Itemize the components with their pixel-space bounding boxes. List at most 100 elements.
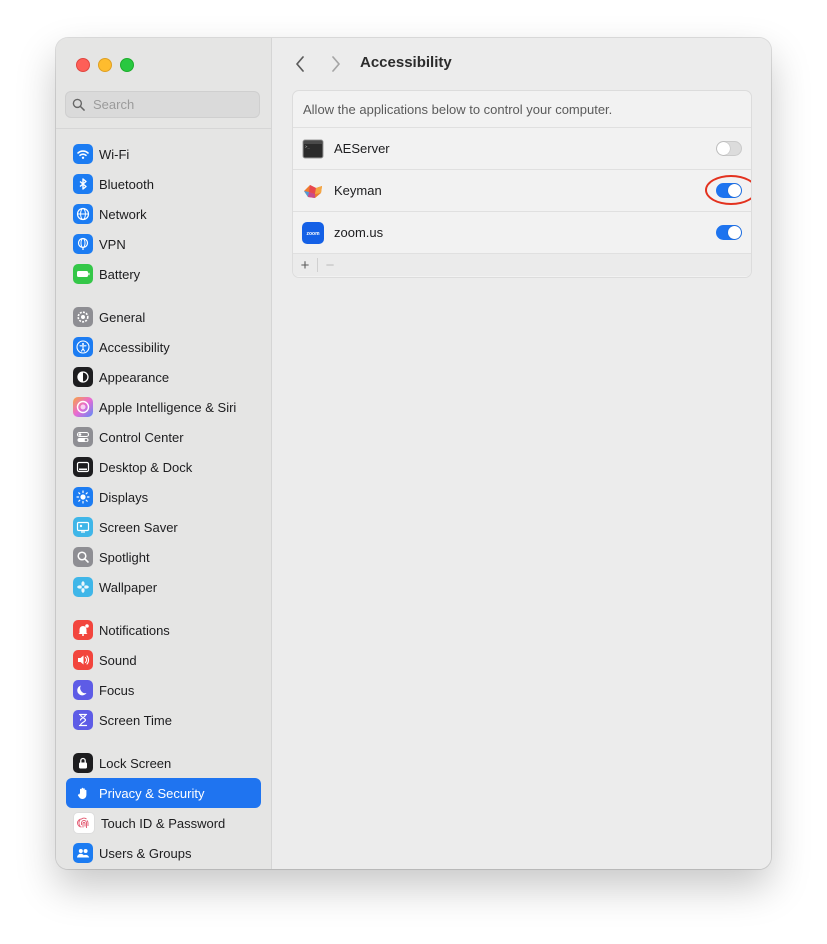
sidebar-item-users-and-groups[interactable]: Users & Groups [66, 838, 261, 868]
sidebar-item-label: Bluetooth [99, 176, 154, 192]
search-icon [72, 98, 85, 111]
sidebar-item-label: Network [99, 206, 147, 222]
terminal-icon: >_ [302, 139, 324, 158]
sidebar-divider [56, 128, 271, 129]
sidebar-item-label: Apple Intelligence & Siri [99, 399, 237, 415]
app-row-zoom: zoom zoom.us [293, 212, 751, 254]
users-icon [73, 843, 93, 863]
sidebar-item-screen-time[interactable]: Screen Time [66, 705, 261, 735]
svg-text:zoom: zoom [306, 231, 320, 237]
sidebar-item-sound[interactable]: Sound [66, 645, 261, 675]
sidebar-item-label: Battery [99, 266, 141, 282]
battery-icon [73, 264, 93, 284]
forward-button[interactable] [326, 54, 346, 74]
search-field[interactable] [65, 91, 260, 118]
sidebar: Wi-Fi Bluetooth Network VPN Battery General Ac… [56, 38, 272, 869]
window-controls [76, 58, 134, 72]
toggle-knob [728, 226, 741, 239]
appearance-icon [73, 367, 93, 387]
sidebar-item-label: Screen Time [99, 712, 172, 728]
screen-saver-icon [73, 517, 93, 537]
siri-icon [73, 397, 93, 417]
zoom-window-button[interactable] [120, 58, 134, 72]
app-row-keyman: Keyman [293, 170, 751, 212]
sidebar-item-battery[interactable]: Battery [66, 259, 261, 289]
sidebar-item-focus[interactable]: Focus [66, 675, 261, 705]
sun-icon [73, 487, 93, 507]
lock-icon [73, 753, 93, 773]
fingerprint-icon [73, 812, 95, 834]
zoom-toggle[interactable] [716, 225, 742, 240]
main-content: Accessibility Allow the applications bel… [272, 38, 771, 869]
sidebar-item-label: Sound [99, 652, 137, 668]
sidebar-item-privacy-and-security[interactable]: Privacy & Security [66, 778, 261, 808]
gear-icon [73, 307, 93, 327]
sidebar-item-vpn[interactable]: VPN [66, 229, 261, 259]
chevron-right-icon [332, 56, 340, 72]
add-app-button[interactable]: + [293, 254, 317, 276]
sidebar-item-label: General [99, 309, 146, 325]
sidebar-item-desktop-and-dock[interactable]: Desktop & Dock [66, 452, 261, 482]
app-row-aeserver: >_ AEServer [293, 128, 751, 170]
sidebar-item-label: Accessibility [99, 339, 170, 355]
sidebar-item-wi-fi[interactable]: Wi-Fi [66, 139, 261, 169]
hourglass-icon [73, 710, 93, 730]
control-center-icon [73, 427, 93, 447]
sidebar-item-accessibility[interactable]: Accessibility [66, 332, 261, 362]
sidebar-item-label: VPN [99, 236, 126, 252]
sidebar-item-wallpaper[interactable]: Wallpaper [66, 572, 261, 602]
speaker-icon [73, 650, 93, 670]
accessibility-icon [73, 337, 93, 357]
app-name: AEServer [334, 141, 390, 156]
search-input[interactable] [91, 96, 255, 113]
sidebar-item-label: Appearance [99, 369, 170, 385]
sidebar-item-network[interactable]: Network [66, 199, 261, 229]
aeserver-toggle[interactable] [716, 141, 742, 156]
sidebar-item-label: Wallpaper [99, 579, 158, 595]
back-button[interactable] [290, 54, 310, 74]
sidebar-item-lock-screen[interactable]: Lock Screen [66, 748, 261, 778]
sidebar-item-label: Touch ID & Password [101, 815, 226, 831]
sidebar-item-label: Focus [99, 682, 135, 698]
system-settings-window: Wi-Fi Bluetooth Network VPN Battery General Ac… [56, 38, 771, 869]
sidebar-item-label: Screen Saver [99, 519, 178, 535]
minimize-window-button[interactable] [98, 58, 112, 72]
keyman-toggle[interactable] [716, 183, 742, 198]
accessibility-apps-panel: Allow the applications below to control … [292, 90, 752, 278]
zoom-icon: zoom [302, 221, 324, 244]
bluetooth-icon [73, 174, 93, 194]
toggle-knob [728, 184, 741, 197]
sidebar-item-label: Privacy & Security [99, 785, 205, 801]
sidebar-item-label: Desktop & Dock [99, 459, 193, 475]
svg-text:>_: >_ [305, 144, 310, 149]
sidebar-item-label: Control Center [99, 429, 184, 445]
app-name: Keyman [334, 183, 382, 198]
moon-icon [73, 680, 93, 700]
chevron-left-icon [296, 56, 304, 72]
sidebar-item-label: Displays [99, 489, 149, 505]
sidebar-item-touch-id-and-password[interactable]: Touch ID & Password [66, 808, 261, 838]
sidebar-item-label: Notifications [99, 622, 170, 638]
sidebar-item-notifications[interactable]: Notifications [66, 615, 261, 645]
keyman-icon [304, 184, 322, 198]
sidebar-item-screen-saver[interactable]: Screen Saver [66, 512, 261, 542]
sidebar-item-label: Wi-Fi [99, 146, 130, 162]
sidebar-item-displays[interactable]: Displays [66, 482, 261, 512]
globe-icon [73, 204, 93, 224]
sidebar-item-general[interactable]: General [66, 302, 261, 332]
close-window-button[interactable] [76, 58, 90, 72]
sidebar-item-label: Users & Groups [99, 845, 192, 861]
sidebar-item-label: Lock Screen [99, 755, 172, 771]
sidebar-item-spotlight[interactable]: Spotlight [66, 542, 261, 572]
dock-icon [73, 457, 93, 477]
magnifier-icon [73, 547, 93, 567]
sidebar-item-apple-intelligence-and-siri[interactable]: Apple Intelligence & Siri [66, 392, 261, 422]
sidebar-item-bluetooth[interactable]: Bluetooth [66, 169, 261, 199]
wifi-icon [73, 144, 93, 164]
sidebar-item-appearance[interactable]: Appearance [66, 362, 261, 392]
panel-description: Allow the applications below to control … [293, 91, 751, 128]
panel-footer: + − [293, 254, 751, 276]
flower-icon [73, 577, 93, 597]
sidebar-item-control-center[interactable]: Control Center [66, 422, 261, 452]
remove-app-button[interactable]: − [318, 254, 342, 276]
